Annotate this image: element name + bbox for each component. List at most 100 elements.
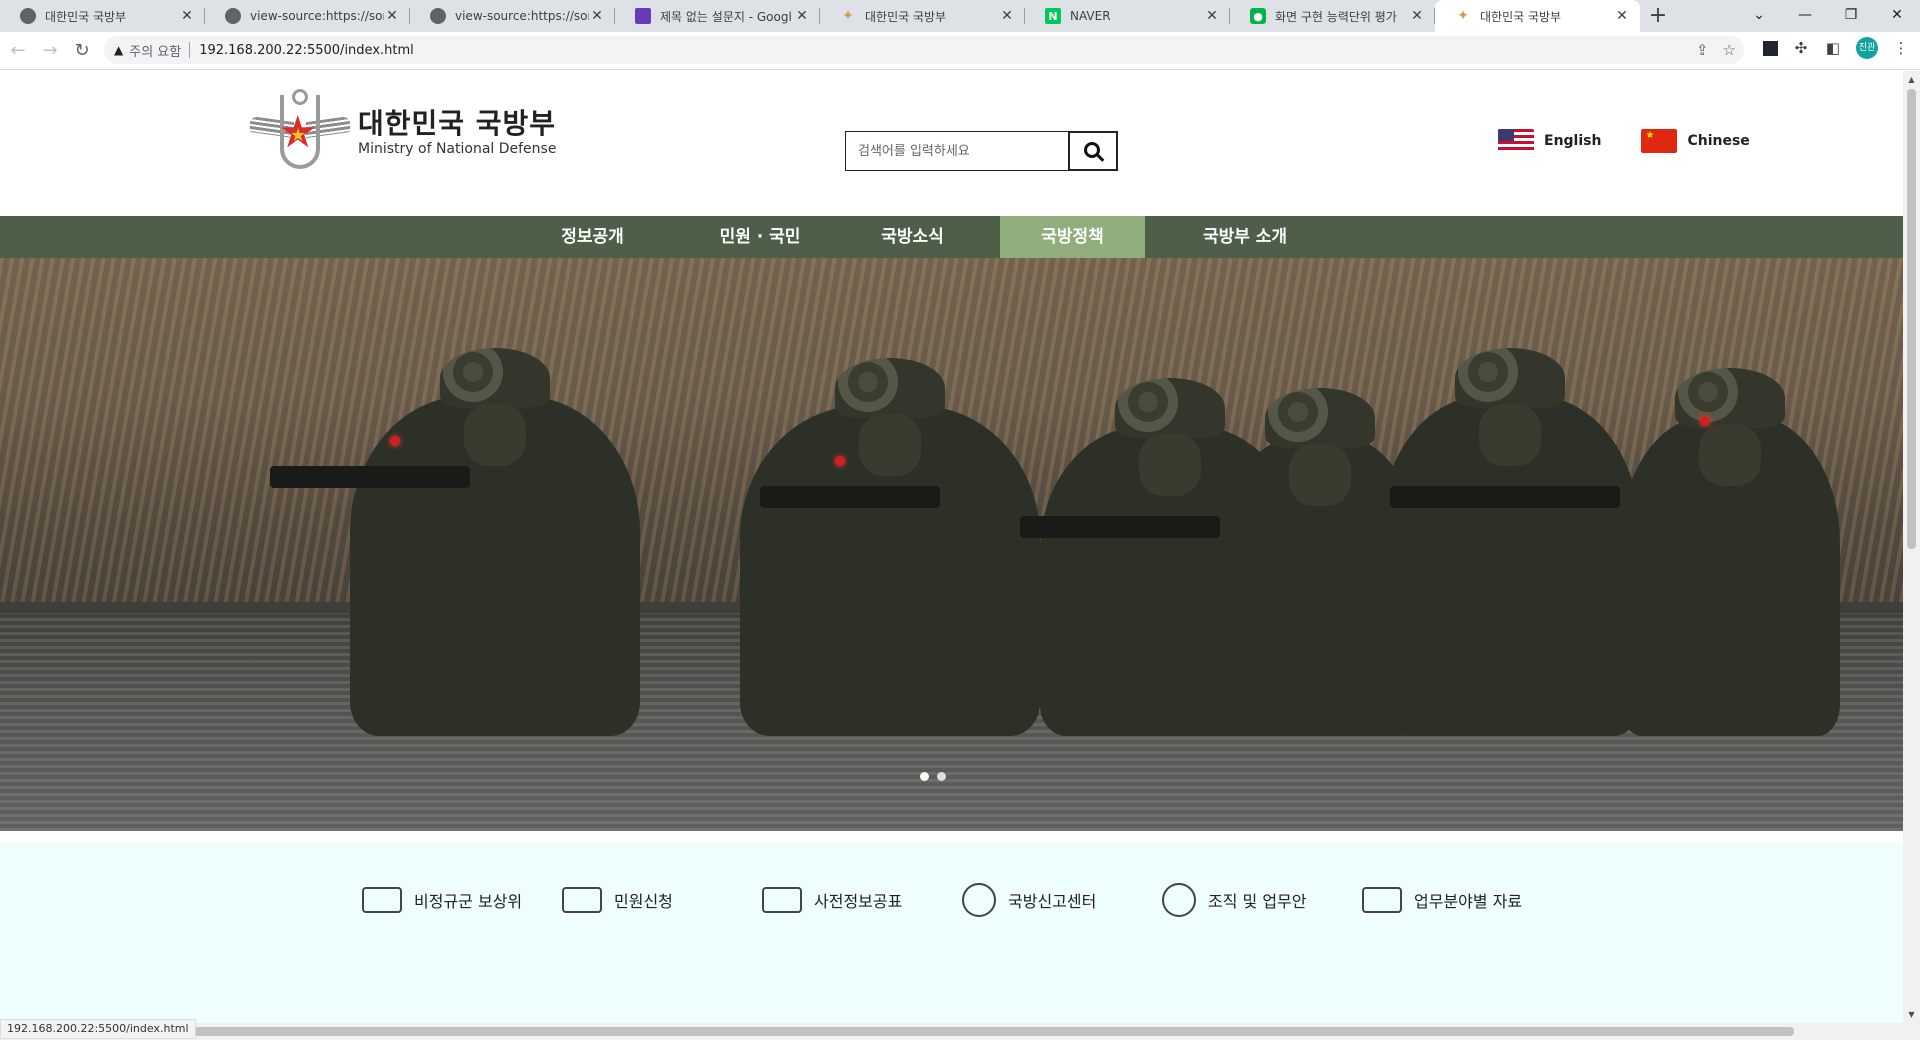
profile-avatar[interactable]: 진관 — [1856, 37, 1878, 59]
quick-link-organization[interactable]: 조직 및 업무안 — [1162, 883, 1362, 917]
close-tab-icon[interactable]: ✕ — [1204, 8, 1220, 24]
browser-tab[interactable]: ● 화면 구현 능력단위 평가 ✕ — [1230, 0, 1435, 32]
close-tab-icon[interactable]: ✕ — [1614, 8, 1630, 24]
close-tab-icon[interactable]: ✕ — [794, 8, 810, 24]
quick-link-compensation[interactable]: 비정규군 보상위 — [362, 883, 562, 917]
search-input[interactable] — [845, 131, 1068, 171]
helmet — [1675, 368, 1785, 428]
quick-links-section: 비정규군 보상위 민원신청 사전정보공표 국방신고센터 조직 및 업무안 업무분… — [0, 843, 1903, 1040]
close-tab-icon[interactable]: ✕ — [179, 8, 195, 24]
minimize-button[interactable]: — — [1782, 0, 1828, 32]
tab-title: 제목 없는 설문지 - Googl — [660, 9, 792, 24]
nav-item-civil[interactable]: 민원 · 국민 — [685, 216, 835, 258]
main-nav: 정보공개 민원 · 국민 국방소식 국방정책 국방부 소개 — [0, 216, 1903, 258]
face — [1139, 434, 1201, 496]
security-label[interactable]: 주의 요함 — [129, 41, 181, 60]
close-tab-icon[interactable]: ✕ — [999, 8, 1015, 24]
site-logo[interactable]: ★ ★ 대한민국 국방부 Ministry of National Defens… — [248, 89, 556, 175]
horizontal-scrollbar[interactable] — [0, 1023, 1903, 1040]
status-bar-url: 192.168.200.22:5500/index.html — [0, 1019, 196, 1039]
rifle — [760, 486, 940, 508]
close-tab-icon[interactable]: ✕ — [384, 8, 400, 24]
tab-title: 대한민국 국방부 — [45, 9, 127, 24]
tab-strip: 대한민국 국방부✕ view-source:https://sonjin✕ vi… — [0, 0, 1920, 32]
bookmark-star-icon[interactable]: ☆ — [1723, 41, 1736, 59]
puzzle-icon[interactable]: ✣ — [1792, 39, 1810, 57]
nav-item-about[interactable]: 국방부 소개 — [1170, 216, 1320, 258]
clipboard-icon — [562, 887, 602, 913]
mnd-emblem-icon: ★ ★ — [248, 89, 352, 175]
close-tab-icon[interactable]: ✕ — [1409, 8, 1425, 24]
vertical-scrollbar[interactable]: ▲ ▼ — [1903, 71, 1920, 1040]
browser-tab[interactable]: view-source:https://sonjin✕ — [410, 0, 615, 32]
browser-tab[interactable]: 대한민국 국방부 ✕ — [0, 0, 205, 32]
side-panel-icon[interactable]: ◧ — [1824, 39, 1842, 57]
browser-toolbar: ← → ↻ ▲ 주의 요함 192.168.200.22:5500/index.… — [0, 32, 1920, 70]
face — [1479, 404, 1541, 466]
rifle-sight — [390, 436, 400, 446]
scroll-down-arrow[interactable]: ▼ — [1903, 1006, 1920, 1023]
nav-item-news[interactable]: 국방소식 — [845, 216, 980, 258]
face — [1699, 424, 1761, 486]
nav-item-info[interactable]: 정보공개 — [520, 216, 665, 258]
slider-dot[interactable] — [920, 772, 929, 781]
nav-item-policy[interactable]: 국방정책 — [1000, 216, 1145, 258]
rifle — [1020, 516, 1220, 538]
face — [464, 404, 526, 466]
tab-title: NAVER — [1070, 9, 1111, 23]
rifle — [270, 466, 470, 488]
browser-tab[interactable]: N NAVER ✕ — [1025, 0, 1230, 32]
tab-title: 화면 구현 능력단위 평가 — [1275, 9, 1397, 24]
back-button[interactable]: ← — [4, 37, 32, 65]
quick-link-report-center[interactable]: 국방신고센터 — [962, 883, 1162, 917]
slider-dot[interactable] — [937, 772, 946, 781]
warning-icon[interactable]: ▲ — [114, 43, 123, 57]
url-text[interactable]: 192.168.200.22:5500/index.html — [199, 43, 414, 58]
close-tab-icon[interactable]: ✕ — [589, 8, 605, 24]
logo-korean: 대한민국 국방부 — [358, 107, 557, 140]
quick-link-materials[interactable]: 업무분야별 자료 — [1362, 883, 1562, 917]
tab-search-icon[interactable]: ⌄ — [1736, 0, 1782, 32]
extension-icon[interactable] — [1763, 40, 1778, 56]
logo-english: Ministry of National Defense — [358, 141, 557, 157]
quick-links: 비정규군 보상위 민원신청 사전정보공표 국방신고센터 조직 및 업무안 업무분… — [362, 883, 1562, 917]
quick-link-label: 비정규군 보상위 — [414, 892, 523, 911]
rifle-sight — [1700, 416, 1710, 426]
browser-tab[interactable]: view-source:https://sonjin✕ — [205, 0, 410, 32]
lang-chinese[interactable]: Chinese — [1641, 129, 1750, 153]
quick-link-label: 국방신고센터 — [1008, 892, 1097, 911]
cn-flag-icon — [1641, 129, 1678, 153]
quick-link-label: 사전정보공표 — [814, 892, 903, 911]
lang-english[interactable]: English — [1498, 129, 1601, 153]
us-flag-icon — [1498, 129, 1534, 153]
search-button[interactable] — [1068, 131, 1118, 171]
browser-tab[interactable]: 제목 없는 설문지 - Googl ✕ — [615, 0, 820, 32]
forward-button[interactable]: → — [36, 37, 64, 65]
mnd-icon: ✦ — [842, 8, 854, 24]
scroll-up-arrow[interactable]: ▲ — [1903, 71, 1920, 88]
browser-tab-active[interactable]: ✦ 대한민국 국방부 ✕ — [1435, 0, 1640, 32]
document-search-icon — [762, 887, 802, 913]
scroll-thumb[interactable] — [1907, 89, 1916, 549]
site-search — [845, 131, 1118, 171]
anchor-ring — [292, 89, 308, 105]
tab-title: view-source:https://sonjin — [250, 9, 384, 23]
search-icon — [1083, 141, 1100, 158]
share-icon[interactable]: ⇪ — [1696, 41, 1709, 59]
phone-icon — [962, 883, 996, 917]
hero-slider[interactable] — [0, 258, 1903, 831]
restore-button[interactable]: ❐ — [1828, 0, 1874, 32]
horizontal-scroll-thumb[interactable] — [18, 1027, 1794, 1036]
globe-icon — [20, 8, 36, 24]
quick-link-civil-request[interactable]: 민원신청 — [562, 883, 762, 917]
address-bar[interactable]: ▲ 주의 요함 192.168.200.22:5500/index.html ⇪… — [104, 36, 1744, 64]
close-window-button[interactable]: ✕ — [1874, 0, 1920, 32]
new-tab-button[interactable]: + — [1640, 0, 1676, 32]
quick-link-disclosure[interactable]: 사전정보공표 — [762, 883, 962, 917]
organization-icon — [1162, 883, 1196, 917]
lang-label: Chinese — [1687, 133, 1750, 149]
green-icon: ● — [1250, 8, 1266, 24]
menu-icon[interactable]: ⋮ — [1892, 39, 1910, 57]
reload-button[interactable]: ↻ — [68, 37, 96, 65]
browser-tab[interactable]: ✦ 대한민국 국방부 ✕ — [820, 0, 1025, 32]
